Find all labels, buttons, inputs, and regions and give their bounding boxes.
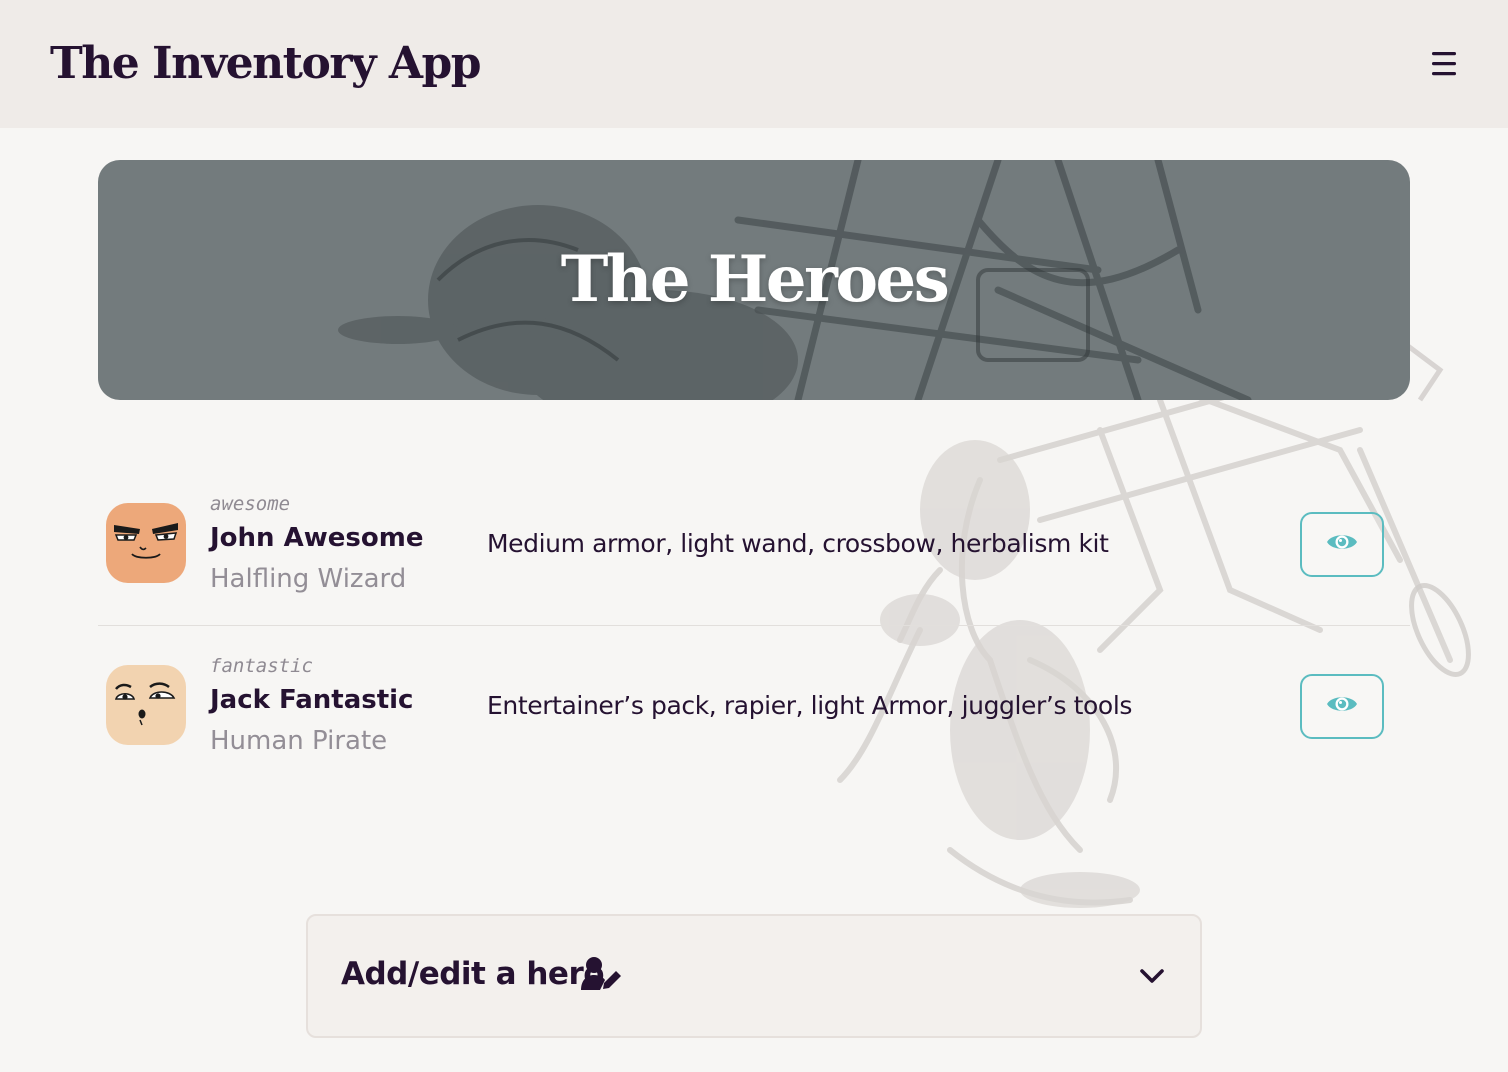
- hero-list-item: awesome John Awesome Halfling Wizard Med…: [98, 465, 1410, 626]
- hero-tag: fantastic: [210, 655, 313, 677]
- user-edit-icon: [581, 956, 623, 992]
- heroes-banner: The Heroes: [98, 160, 1410, 400]
- angry-face-avatar-icon: [106, 503, 186, 583]
- hero-inventory-items: Entertainer’s pack, rapier, light Armor,…: [487, 691, 1132, 720]
- hero-class: Halfling Wizard: [210, 564, 407, 594]
- hero-name: John Awesome: [210, 523, 424, 553]
- eye-icon: [1327, 697, 1357, 711]
- add-edit-hero-label: Add/edit a hero: [341, 956, 605, 992]
- eye-icon: [1327, 535, 1357, 549]
- app-title: The Inventory App: [50, 38, 482, 89]
- hero-avatar: [106, 665, 186, 745]
- hamburger-menu-icon: [1432, 52, 1456, 76]
- app-header: The Inventory App: [0, 0, 1508, 128]
- hero-tag: awesome: [210, 493, 291, 515]
- chevron-down-icon[interactable]: [1138, 966, 1166, 986]
- hero-class: Human Pirate: [210, 726, 388, 756]
- banner-title: The Heroes: [560, 242, 950, 317]
- add-edit-hero-accordion[interactable]: Add/edit a hero: [306, 914, 1202, 1038]
- hero-inventory-items: Medium armor, light wand, crossbow, herb…: [487, 529, 1109, 558]
- hero-list-item: fantastic Jack Fantastic Human Pirate En…: [98, 627, 1410, 787]
- view-hero-button[interactable]: [1300, 674, 1384, 739]
- hero-avatar: [106, 503, 186, 583]
- view-hero-button[interactable]: [1300, 512, 1384, 577]
- surprised-face-avatar-icon: [106, 665, 186, 745]
- menu-button[interactable]: [1420, 40, 1468, 88]
- hero-name: Jack Fantastic: [210, 685, 414, 715]
